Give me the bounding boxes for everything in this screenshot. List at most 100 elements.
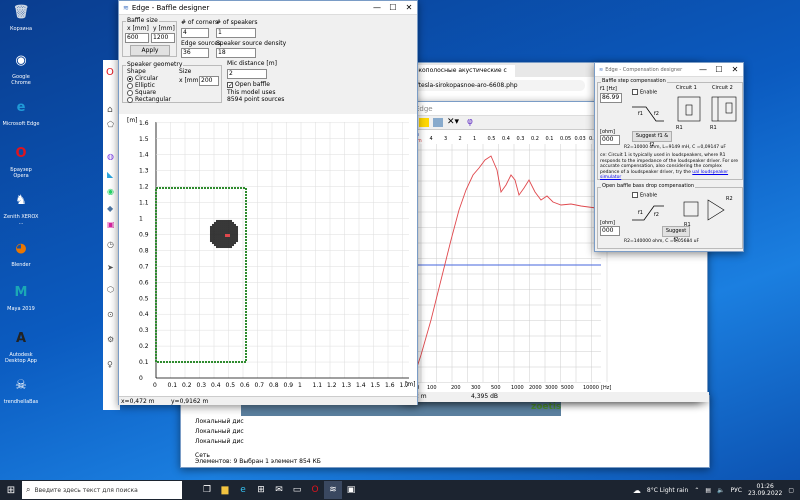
sidebar-settings-icon[interactable]: ⚙	[107, 335, 114, 344]
x-tick-label: 0.9	[284, 382, 294, 389]
x-axis-unit: [m]	[405, 381, 416, 388]
close-button[interactable]: ✕	[401, 3, 417, 12]
sidebar-history-icon[interactable]: ⊙	[107, 310, 114, 319]
speaker-point-source	[217, 233, 221, 237]
desktop-shortcut[interactable]: ♞ Zenith XEROX ...	[2, 190, 40, 226]
volume-icon[interactable]: 🔈	[717, 487, 724, 494]
f1-input[interactable]: 86.99	[600, 93, 622, 103]
sidebar-opera-icon[interactable]: O	[106, 67, 114, 78]
y-tick-label: 1.4	[139, 152, 149, 159]
sidebar-telegram-icon[interactable]: ◣	[107, 170, 113, 179]
sidebar-clock-icon[interactable]: ◷	[107, 240, 114, 249]
size-input[interactable]: 200	[199, 76, 219, 86]
browser-tab[interactable]: ирокополосные акустические с ×	[405, 65, 515, 81]
edge-browser-icon[interactable]: e	[234, 481, 252, 499]
desktop-shortcut-label: Microsoft Edge	[2, 121, 40, 127]
nav-item-disk-3[interactable]: Локальный дис	[195, 438, 244, 445]
speaker-point-source	[225, 229, 229, 233]
sidebar-whatsapp-icon[interactable]: ◉	[107, 187, 114, 196]
weather-text[interactable]: 8°C Light rain	[647, 487, 688, 494]
chart-clear-icon[interactable]: ✕▾	[447, 117, 459, 127]
svg-text:R1: R1	[676, 125, 683, 131]
apply-button[interactable]: Apply	[130, 45, 170, 56]
taskbar-search[interactable]: ⌕ Введите здесь текст для поиска	[22, 481, 182, 499]
maximize-button[interactable]: ☐	[711, 65, 727, 74]
mail-icon[interactable]: ✉	[270, 481, 288, 499]
desktop-shortcut[interactable]: ◕ Blender	[2, 238, 40, 268]
sidebar-instagram-icon[interactable]: ▣	[107, 220, 115, 229]
speaker-point-source	[231, 237, 235, 241]
terminal-icon[interactable]: ▭	[288, 481, 306, 499]
shape-circular-radio[interactable]: Circular	[127, 75, 158, 82]
shape-rectangular-radio[interactable]: Rectangular	[127, 96, 171, 103]
sidebar-bulb-icon[interactable]: ♀	[107, 360, 113, 369]
desktop-shortcut[interactable]: ◉ Google Chrome	[2, 50, 40, 86]
edge-app-taskbar-icon[interactable]: ≋	[324, 481, 342, 499]
nav-item-disk-1[interactable]: Локальный дис	[195, 418, 244, 425]
speaker-point-source	[209, 235, 213, 239]
speaker-point-source	[219, 235, 223, 239]
suggest-f2-button[interactable]: Suggest f2	[662, 226, 690, 243]
sidebar-messenger-icon[interactable]: ◍	[107, 152, 114, 161]
desktop-shortcut[interactable]: O Браузер Opera	[2, 143, 40, 179]
speaker-point-source	[221, 245, 225, 249]
maximize-button[interactable]: ☐	[385, 3, 401, 12]
sidebar-home-icon[interactable]: ⌂	[107, 105, 113, 115]
enable-bass-checkbox[interactable]: Enable	[632, 192, 657, 199]
search-icon: ⌕	[26, 485, 31, 494]
minimize-button[interactable]: —	[369, 3, 385, 12]
desktop-shortcut[interactable]: M Maya 2019	[2, 282, 40, 312]
ohm-input[interactable]: 000	[600, 135, 620, 145]
close-button[interactable]: ✕	[727, 65, 743, 74]
bottom-tick-label: 100	[427, 385, 437, 390]
sidebar-vk-icon[interactable]: ◆	[107, 204, 113, 213]
network-icon[interactable]: ▤	[705, 487, 711, 494]
system-clock[interactable]: 01:26 23.09.2022	[748, 483, 782, 497]
desktop-shortcut[interactable]: ☠ trendhellaBas	[2, 375, 40, 405]
opera-taskbar-icon[interactable]: O	[306, 481, 324, 499]
store-icon[interactable]: ⊞	[252, 481, 270, 499]
speaker-point-source	[215, 235, 219, 239]
enable-checkbox[interactable]: Enable	[632, 89, 657, 96]
speaker-point-source	[219, 219, 223, 223]
speaker-point-source	[229, 223, 233, 227]
sidebar-send-icon[interactable]: ➤	[107, 263, 114, 272]
shape-square-radio[interactable]: Square	[127, 89, 156, 96]
chart-export-icon[interactable]	[433, 118, 443, 127]
minimize-button[interactable]: —	[695, 65, 711, 74]
baffle-y-input[interactable]: 1200	[151, 33, 175, 43]
viewer-icon[interactable]: ▣	[342, 481, 360, 499]
desktop-shortcut[interactable]: e Microsoft Edge	[2, 97, 40, 127]
chart-color-icon[interactable]	[419, 118, 429, 127]
sidebar-cube-icon[interactable]: ⬡	[107, 285, 114, 294]
mic-distance-input[interactable]: 2	[227, 69, 267, 79]
speaker-point-source	[215, 223, 219, 227]
browser-address-bar[interactable]: 08/tesla-sirokopasnoe-aro-6608.php	[405, 80, 585, 91]
language-indicator[interactable]: РУС	[731, 487, 742, 494]
desktop-shortcut[interactable]: 🗑 Корзина	[2, 2, 40, 32]
explorer-icon[interactable]: ▆	[216, 481, 234, 499]
source-density-input[interactable]: 18	[216, 48, 256, 58]
baffle-x-input[interactable]: 600	[125, 33, 149, 43]
taskview-icon[interactable]: ❐	[198, 481, 216, 499]
speakers-input[interactable]: 1	[216, 28, 256, 38]
speaker-point-source	[215, 229, 219, 233]
desktop-shortcut[interactable]: A Autodesk Desktop App	[2, 328, 40, 364]
chart-phase-icon[interactable]: φ	[467, 117, 473, 127]
speaker-point-source	[223, 231, 227, 235]
corners-input[interactable]: 4	[181, 28, 209, 38]
nav-item-disk-2[interactable]: Локальный дис	[195, 428, 244, 435]
speaker-point-source	[213, 243, 217, 247]
corners-label: # of corners	[181, 19, 219, 26]
edge-sources-input[interactable]: 36	[181, 48, 209, 58]
open-baffle-checkbox[interactable]: ✓ Open baffle	[227, 81, 270, 88]
tray-chevron-icon[interactable]: ⌃	[694, 487, 699, 494]
suggest-f1-f2-button[interactable]: Suggest f1 & f2	[632, 131, 672, 148]
speaker-point-source	[221, 227, 225, 231]
sidebar-appstore-icon[interactable]: ⬠	[107, 120, 114, 129]
shape-elliptic-radio[interactable]: Elliptic	[127, 82, 155, 89]
start-button[interactable]: ⊞	[0, 481, 22, 499]
notifications-icon[interactable]: ▢	[788, 487, 794, 494]
ohm2-input[interactable]: 000	[600, 226, 620, 236]
ad-logo: zoetis	[531, 402, 562, 412]
